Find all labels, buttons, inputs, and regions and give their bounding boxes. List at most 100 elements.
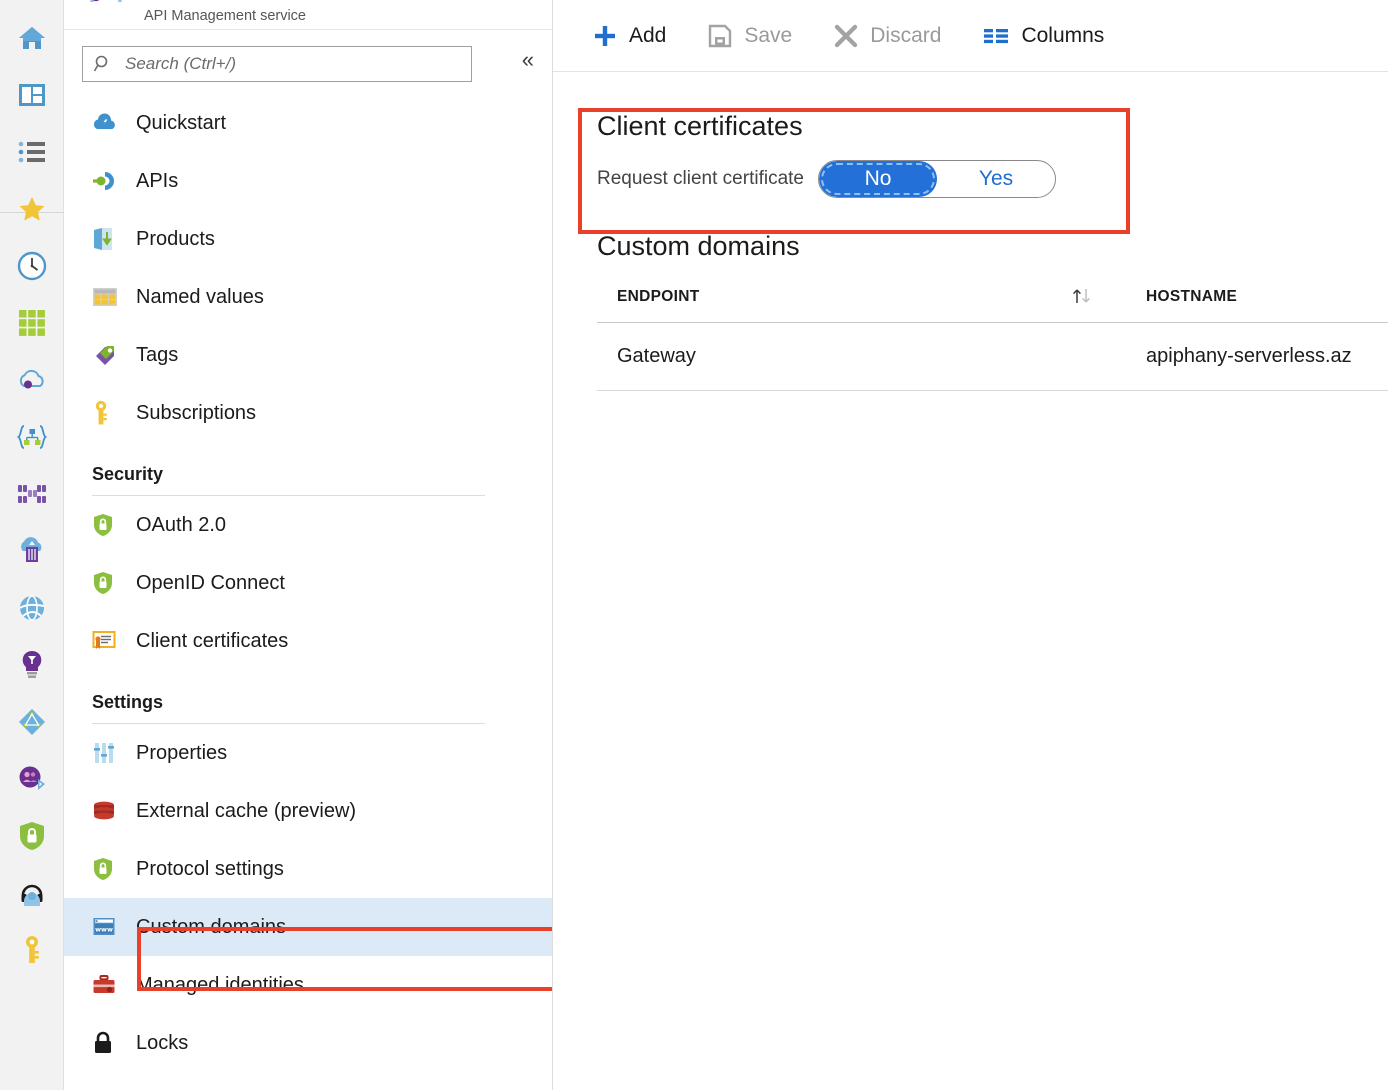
- add-button[interactable]: Add: [591, 20, 668, 52]
- external-cache-icon: [92, 798, 122, 824]
- rail-item-security-center[interactable]: [0, 810, 64, 867]
- rail-item-cloud-services[interactable]: [0, 354, 64, 411]
- menu-item-label: Properties: [122, 742, 227, 765]
- table-head: ENDPOINT HOSTNAME: [597, 274, 1388, 323]
- all-services-icon: [18, 140, 46, 169]
- menu-item-custom-domains[interactable]: www Custom domains: [64, 898, 552, 956]
- menu-item-products[interactable]: Products: [64, 210, 552, 268]
- columns-icon: [983, 26, 1009, 46]
- request-client-certificate-toggle[interactable]: No Yes: [818, 160, 1056, 198]
- shield-lock-icon: [92, 512, 122, 538]
- command-toolbar: Add Save: [553, 0, 1388, 72]
- rail-item-home[interactable]: [0, 12, 64, 69]
- storage-accounts-icon: [17, 537, 47, 570]
- menu-item-subscriptions[interactable]: Subscriptions: [64, 384, 552, 442]
- save-button[interactable]: Save: [706, 20, 794, 52]
- custom-domains-table: ENDPOINT HOSTNAME: [597, 274, 1388, 391]
- menu-item-label: Subscriptions: [122, 402, 256, 425]
- search-input[interactable]: [123, 53, 461, 75]
- rail-item-advisor[interactable]: [0, 639, 64, 696]
- menu-item-managed-identities[interactable]: Managed identities: [64, 956, 552, 1014]
- menu-item-apis[interactable]: APIs: [64, 152, 552, 210]
- menu-section-security: Security: [64, 442, 552, 496]
- rail-item-help-support[interactable]: [0, 867, 64, 924]
- column-header-hostname[interactable]: HOSTNAME: [1142, 274, 1388, 323]
- menu-item-label: Custom domains: [122, 916, 286, 939]
- table-body: Gateway apiphany-serverless.az: [597, 323, 1388, 391]
- table-row[interactable]: Gateway apiphany-serverless.az: [597, 323, 1388, 391]
- content-body: Client certificates Request client certi…: [553, 72, 1388, 391]
- search-icon: [93, 54, 113, 74]
- menu-item-client-certificates[interactable]: Client certificates: [64, 612, 552, 670]
- discard-label: Discard: [870, 24, 941, 48]
- column-header-hostname-label: HOSTNAME: [1146, 288, 1237, 305]
- menu-item-protocol-settings[interactable]: Protocol settings: [64, 840, 552, 898]
- shield-lock-icon: [92, 570, 122, 596]
- menu-item-oauth-20[interactable]: OAuth 2.0: [64, 496, 552, 554]
- menu-item-properties[interactable]: Properties: [64, 724, 552, 782]
- custom-domains-section: Custom domains: [597, 228, 1388, 264]
- menu-item-label: Client certificates: [122, 630, 288, 653]
- content-pane: Add Save: [553, 0, 1388, 1090]
- left-icon-rail: [0, 0, 64, 1090]
- column-header-endpoint-label: ENDPOINT: [617, 288, 700, 305]
- menu-item-label: Locks: [122, 1032, 188, 1055]
- cloud-services-icon: [16, 368, 48, 397]
- subscriptions-key-icon: [92, 400, 122, 426]
- menu-item-label: OpenID Connect: [122, 572, 285, 595]
- properties-sliders-icon: [92, 740, 122, 766]
- lock-icon: [92, 1030, 122, 1056]
- virtual-networks-icon: [17, 594, 47, 627]
- cell-endpoint: Gateway: [597, 323, 1142, 391]
- rail-item-function-app[interactable]: [0, 411, 64, 468]
- tags-icon: [92, 342, 122, 368]
- add-label: Add: [629, 24, 666, 48]
- rail-item-storage-accounts[interactable]: [0, 525, 64, 582]
- discard-button[interactable]: Discard: [832, 20, 943, 52]
- named-values-table-icon: [92, 284, 122, 310]
- favorites-star-icon: [17, 195, 47, 228]
- save-label: Save: [744, 24, 792, 48]
- blade-header: API Management service: [64, 0, 552, 30]
- rail-item-favorites[interactable]: [0, 183, 64, 240]
- rail-item-all-services[interactable]: [0, 126, 64, 183]
- menu-item-locks[interactable]: Locks: [64, 1014, 552, 1072]
- rail-item-azure-active-directory[interactable]: [0, 753, 64, 810]
- blade-subtitle: API Management service: [144, 0, 306, 26]
- menu-item-named-values[interactable]: Named values: [64, 268, 552, 326]
- resource-menu-list: Quickstart APIs: [64, 90, 552, 1072]
- columns-button[interactable]: Columns: [981, 20, 1106, 52]
- save-disk-icon: [708, 24, 732, 48]
- rail-item-dashboard[interactable]: [0, 69, 64, 126]
- rail-item-subscriptions[interactable]: [0, 924, 64, 981]
- dashboard-icon: [18, 82, 46, 113]
- shield-lock-icon: [92, 856, 122, 882]
- menu-item-tags[interactable]: Tags: [64, 326, 552, 384]
- column-header-endpoint[interactable]: ENDPOINT: [597, 274, 1142, 323]
- search-box[interactable]: [82, 46, 472, 82]
- quickstart-cloud-icon: [92, 110, 122, 136]
- plus-icon: [593, 24, 617, 48]
- rail-item-sql-databases[interactable]: [0, 468, 64, 525]
- menu-item-label: Protocol settings: [122, 858, 284, 881]
- security-center-icon: [18, 821, 46, 856]
- toggle-option-no[interactable]: No: [819, 161, 937, 197]
- menu-item-external-cache-preview[interactable]: External cache (preview): [64, 782, 552, 840]
- menu-item-openid-connect[interactable]: OpenID Connect: [64, 554, 552, 612]
- toggle-option-yes[interactable]: Yes: [937, 161, 1055, 197]
- rail-item-recent[interactable]: [0, 240, 64, 297]
- client-certificates-section: Client certificates Request client certi…: [575, 96, 1130, 214]
- request-client-certificate-label: Request client certificate: [597, 168, 818, 190]
- sort-arrows-icon[interactable]: [1070, 286, 1096, 306]
- azure-portal-window: API Management service «: [0, 0, 1388, 1090]
- cell-hostname: apiphany-serverless.az: [1142, 323, 1388, 391]
- rail-item-virtual-networks[interactable]: [0, 582, 64, 639]
- search-row: «: [64, 30, 552, 90]
- function-app-icon: [17, 424, 47, 455]
- rail-item-app-services[interactable]: [0, 297, 64, 354]
- azure-active-directory-icon: [17, 765, 47, 798]
- collapse-menu-chevron-icon[interactable]: «: [516, 48, 540, 72]
- custom-domains-heading: Custom domains: [597, 228, 1388, 264]
- rail-item-monitor[interactable]: [0, 696, 64, 753]
- menu-item-quickstart[interactable]: Quickstart: [64, 94, 552, 152]
